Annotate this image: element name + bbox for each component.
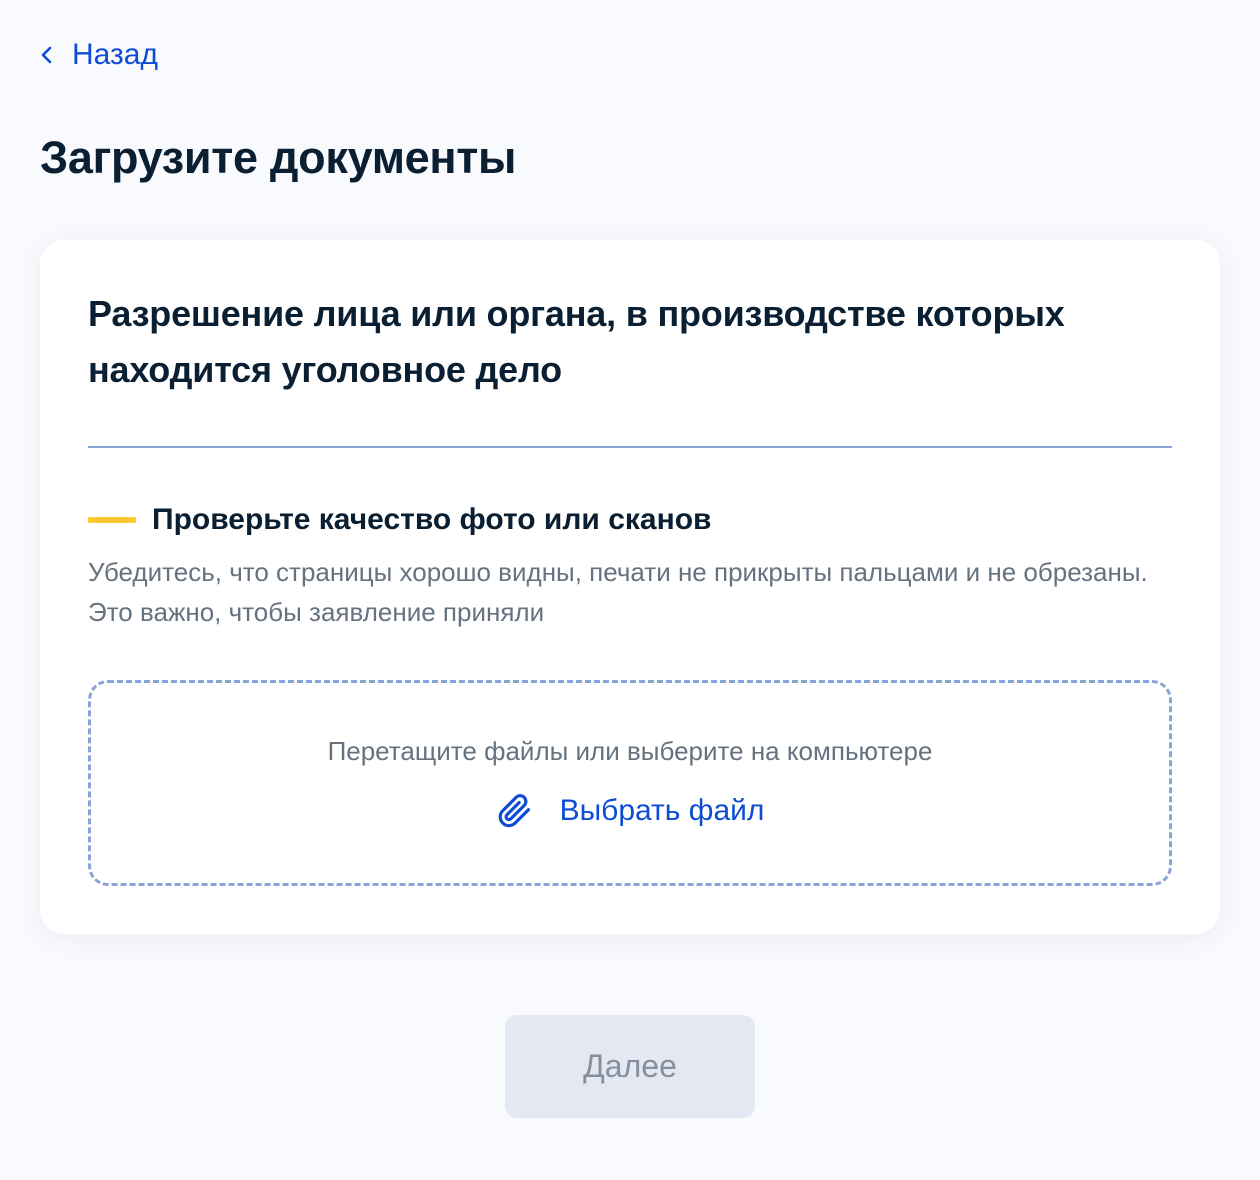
dropzone-hint: Перетащите файлы или выберите на компьют… [327, 736, 933, 766]
paperclip-icon [498, 794, 530, 828]
warning-title: Проверьте качество фото или сканов [152, 503, 712, 536]
document-upload-card: Разрешение лица или органа, в производст… [40, 240, 1220, 934]
back-link[interactable]: Назад [40, 36, 158, 74]
divider [88, 446, 1172, 448]
warning-text: Убедитесь, что страницы хорошо видны, пе… [88, 557, 1148, 627]
choose-file-button[interactable]: Выбрать файл [91, 791, 1169, 831]
next-button[interactable]: Далее [505, 1015, 755, 1118]
document-title: Разрешение лица или органа, в производст… [88, 293, 1065, 390]
warning-accent-bar [88, 517, 136, 523]
file-dropzone[interactable]: Перетащите файлы или выберите на компьют… [88, 680, 1172, 886]
page-title: Загрузите документы [40, 132, 517, 183]
choose-file-label: Выбрать файл [559, 794, 765, 827]
chevron-left-icon [41, 46, 52, 64]
back-link-label: Назад [72, 38, 158, 71]
